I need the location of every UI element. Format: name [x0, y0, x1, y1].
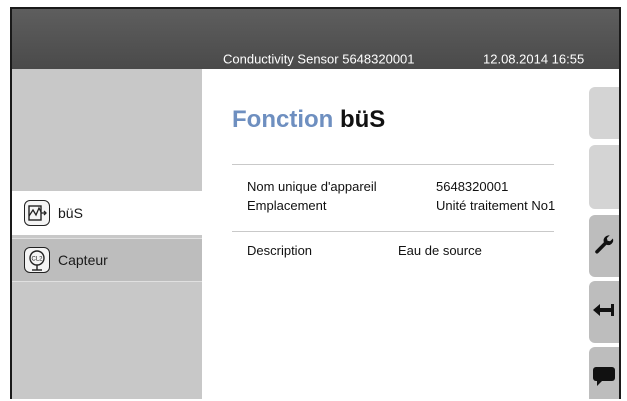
- wrench-icon: [593, 233, 615, 260]
- date-time: 12.08.2014 16:55: [483, 51, 585, 67]
- device-screen: Conductivity Sensor 5648320001 12.08.201…: [10, 7, 621, 399]
- field-label-location: Emplacement: [247, 198, 327, 213]
- status-bar: Conductivity Sensor 5648320001 12.08.201…: [12, 9, 619, 69]
- sidebar-item-bus[interactable]: büS: [12, 191, 202, 235]
- right-toolbar: [585, 69, 619, 399]
- divider: [232, 164, 554, 165]
- title-name: büS: [339, 106, 386, 133]
- settings-button[interactable]: [589, 215, 619, 277]
- toolbar-button-disabled-1: [589, 87, 619, 139]
- sensor-name: Conductivity Sensor 5648320001: [223, 51, 415, 67]
- sidebar-item-capteur[interactable]: CL2 Capteur: [12, 238, 202, 282]
- field-label-description: Description: [247, 243, 313, 258]
- field-value-description: Eau de source: [398, 243, 482, 258]
- sidebar-item-label: Capteur: [58, 252, 108, 268]
- message-button[interactable]: [589, 347, 619, 399]
- sidebar-item-label: büS: [58, 205, 83, 221]
- bus-network-icon: [24, 200, 50, 226]
- svg-text:CL2: CL2: [31, 257, 43, 263]
- back-button[interactable]: [589, 281, 619, 343]
- sidebar: büS CL2 Capteur: [12, 69, 202, 399]
- main-content: Fonction büS Nom unique d'appareil 56483…: [202, 69, 585, 399]
- title-prefix: Fonction: [232, 106, 334, 133]
- page-title: Fonction büS: [232, 106, 385, 134]
- sensor-cl2-icon: CL2: [24, 247, 50, 273]
- field-value-unique-name: 5648320001: [436, 179, 509, 194]
- divider: [232, 231, 554, 232]
- toolbar-button-disabled-2: [589, 145, 619, 209]
- back-arrow-icon: [592, 301, 616, 324]
- field-value-location: Unité traitement No1: [436, 198, 556, 213]
- chat-icon: [592, 365, 616, 392]
- field-label-unique-name: Nom unique d'appareil: [247, 179, 377, 194]
